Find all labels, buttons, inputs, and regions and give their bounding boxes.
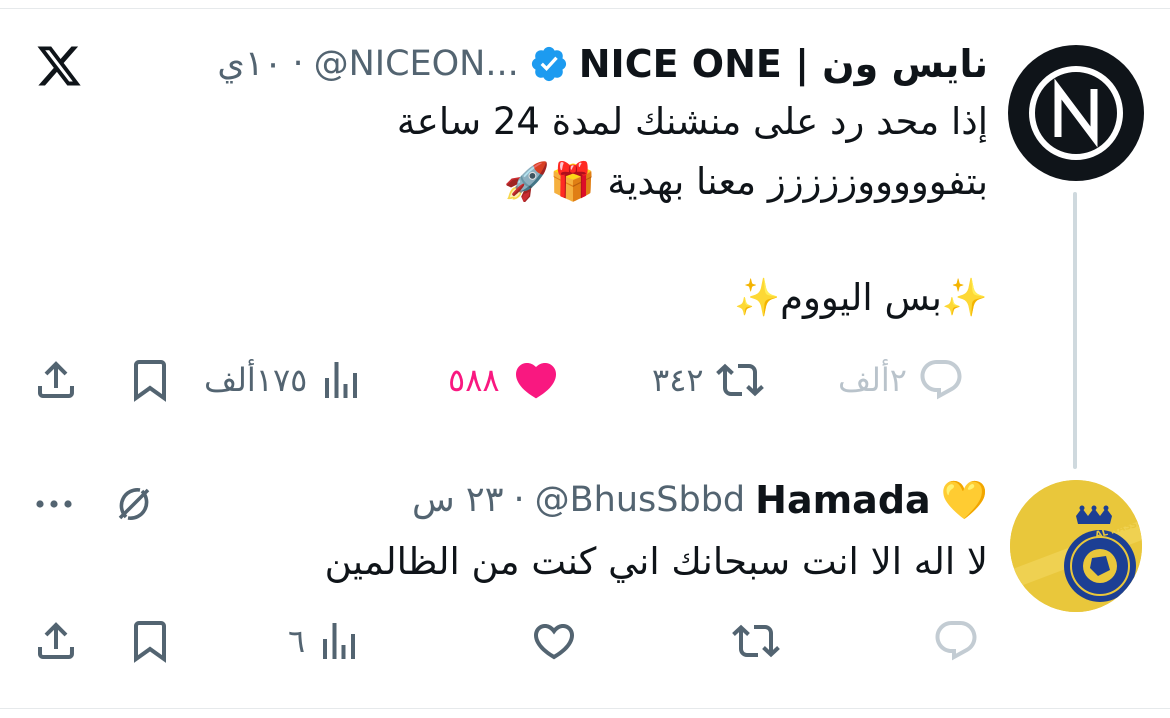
handle[interactable]: @BhusSbbd [535,480,745,520]
views-chart-icon [325,362,358,398]
reply-button[interactable]: ٢ألف [838,356,965,404]
niceone-logo-icon [1029,66,1123,160]
separator: · [292,44,304,84]
share-button[interactable] [32,617,80,665]
tweet-header: نايس ون | NICE ONE @NICEON... · ١٠ي [217,42,988,86]
timestamp[interactable]: ١٠ي [217,44,282,84]
thread-connector [1073,192,1077,469]
views-count: ١٧٥ألف [204,361,308,399]
separator: · [513,480,525,520]
retweet-count: ٣٤٢ [652,361,704,399]
retweet-icon [732,624,780,658]
more-dots-icon [36,500,72,508]
avatar[interactable] [1008,45,1144,181]
display-name[interactable]: Hamada [755,478,931,522]
reply-icon [920,360,962,400]
retweet-button[interactable]: ٣٤٢ [652,356,766,404]
like-button[interactable]: ٥٨٨ [448,356,562,404]
like-button[interactable] [528,617,580,665]
alnassr-club-crest-icon: AL NASSR [1010,480,1142,612]
bookmark-button[interactable] [126,356,174,404]
tweet-text-line-2: بتفوووووززززز معنا بهدية 🎁🚀 [503,160,988,203]
bookmark-icon [134,360,166,402]
retweet-icon [715,363,764,397]
yellow-heart-emoji: 💛 [940,478,988,522]
top-divider [0,8,1170,9]
grok-button[interactable] [108,480,160,528]
views-count: ٦ [288,622,306,660]
like-count: ٥٨٨ [448,361,500,399]
timestamp[interactable]: ٢٣ س [412,480,503,520]
grok-icon [118,488,150,520]
more-options-button[interactable] [30,480,78,528]
avatar[interactable]: AL NASSR [1010,480,1142,612]
retweet-button[interactable] [730,617,782,665]
handle[interactable]: @NICEON... [314,44,519,84]
tweet-text-line-1: إذا محد رد على منشنك لمدة 24 ساعة [396,100,988,143]
share-icon [38,361,74,398]
views-button[interactable]: ١٧٥ألف [204,356,365,404]
x-logo-icon[interactable] [34,42,84,90]
heart-outline-icon [533,624,575,660]
reply-count: ٢ألف [838,361,907,399]
tweet-text-line-3: ✨بس اليووم✨ [734,276,988,319]
verified-badge-icon [531,46,566,82]
views-button[interactable]: ٦ [288,617,363,665]
display-name[interactable]: نايس ون | NICE ONE [579,42,988,86]
reply-button[interactable] [932,617,980,665]
reply-header: 💛 Hamada @BhusSbbd · ٢٣ س [412,478,988,522]
heart-filled-icon [515,363,556,399]
bottom-divider [0,708,1170,709]
bookmark-icon [134,621,166,663]
reply-icon [935,621,977,661]
reply-text: لا اله الا انت سبحانك اني كنت من الظالمي… [324,540,988,583]
bookmark-button[interactable] [126,617,174,665]
views-chart-icon [323,623,356,659]
share-icon [38,622,74,659]
share-button[interactable] [32,356,80,404]
